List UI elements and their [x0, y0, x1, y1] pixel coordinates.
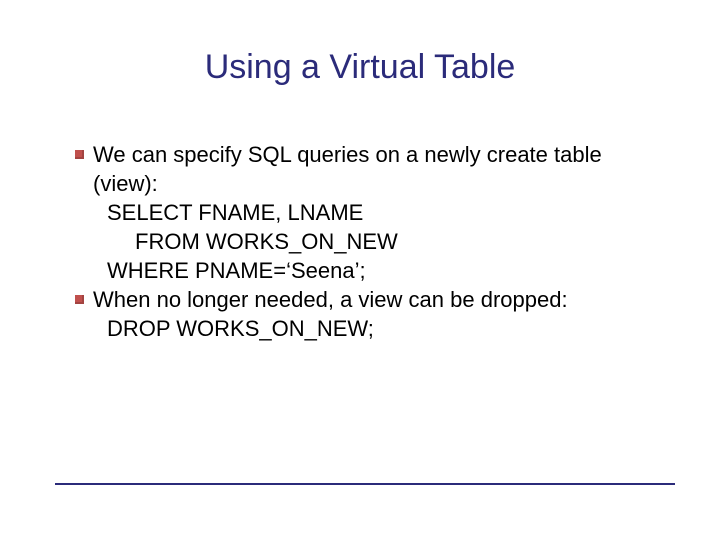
- divider: [55, 483, 675, 485]
- bullet-text: We can specify SQL queries on a newly cr…: [93, 140, 660, 198]
- slide: Using a Virtual Table We can specify SQL…: [0, 0, 720, 540]
- slide-content: We can specify SQL queries on a newly cr…: [75, 140, 660, 343]
- bullet-item: We can specify SQL queries on a newly cr…: [75, 140, 660, 285]
- code-line: FROM WORKS_ON_NEW: [93, 227, 660, 256]
- bullet-text: When no longer needed, a view can be dro…: [93, 285, 660, 314]
- code-line: DROP WORKS_ON_NEW;: [93, 314, 660, 343]
- bullet-item: When no longer needed, a view can be dro…: [75, 285, 660, 343]
- code-line: WHERE PNAME=‘Seena’;: [93, 256, 660, 285]
- code-line: SELECT FNAME, LNAME: [93, 198, 660, 227]
- slide-title: Using a Virtual Table: [0, 48, 720, 87]
